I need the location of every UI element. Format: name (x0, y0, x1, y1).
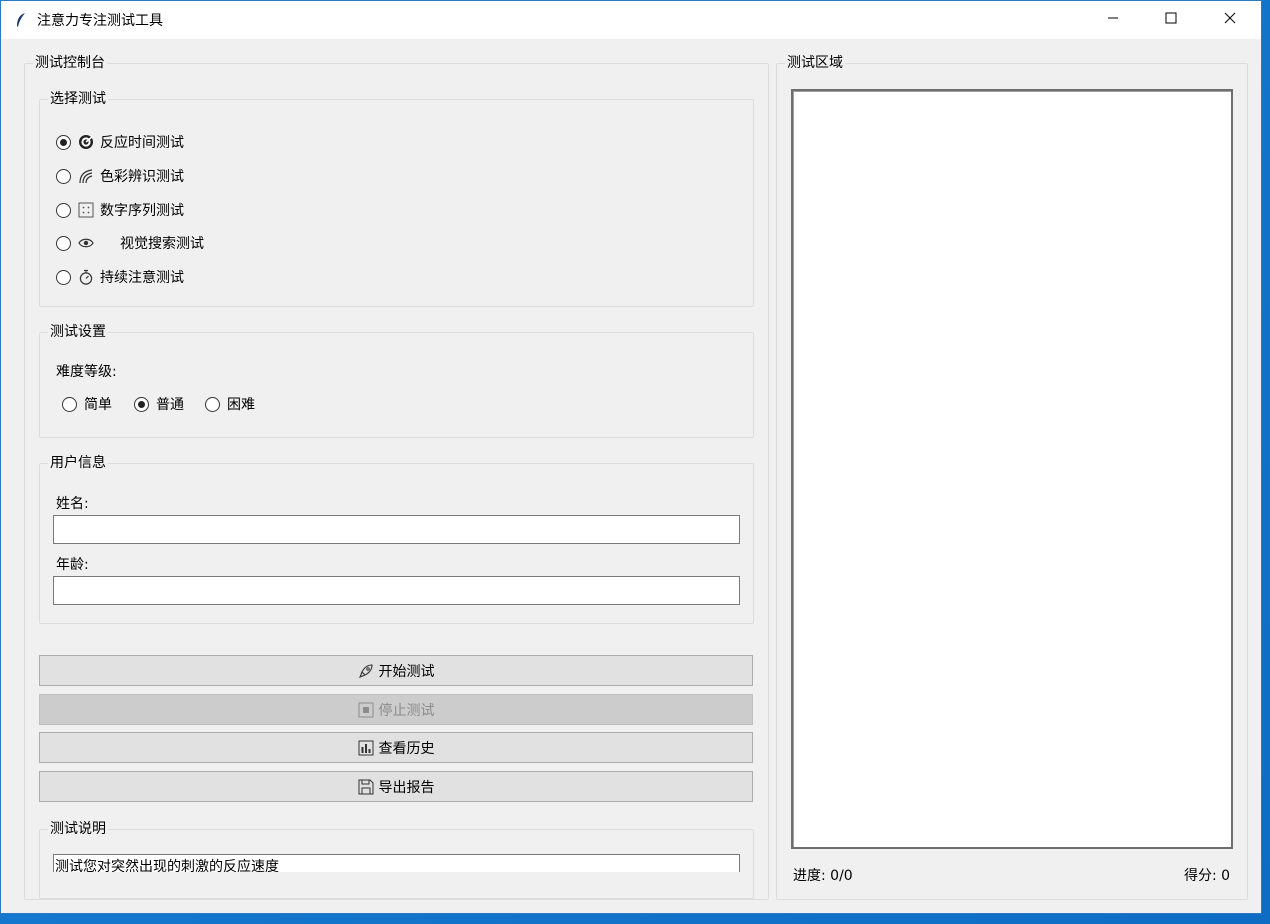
target-icon (78, 134, 94, 150)
bar-chart-icon (358, 740, 374, 756)
settings-title: 测试设置 (48, 323, 108, 341)
floppy-disk-icon (358, 779, 374, 795)
radio-button[interactable] (56, 134, 71, 150)
test-option-label: 色彩辨识测试 (100, 169, 184, 185)
difficulty-label: 难度等级: (56, 364, 117, 380)
minimize-button[interactable] (1084, 1, 1142, 39)
minimize-icon (1107, 12, 1119, 28)
view-history-label: 查看历史 (378, 740, 435, 757)
maximize-icon (1165, 12, 1177, 28)
start-test-button[interactable]: 开始测试 (39, 655, 753, 686)
description-text[interactable]: 测试您对突然出现的刺激的反应速度 (53, 854, 740, 872)
app-window: 注意力专注测试工具 测试控制台 选择测试 反应时间测试 色彩辨识测试 数字序列测… (0, 0, 1262, 914)
difficulty-easy[interactable]: 简单 (62, 394, 112, 414)
stopwatch-icon (78, 269, 94, 285)
name-label: 姓名: (56, 496, 89, 512)
age-input[interactable] (53, 576, 740, 605)
radio-button[interactable] (62, 396, 77, 412)
number-grid-icon (78, 202, 94, 218)
test-option-label: 持续注意测试 (100, 270, 184, 286)
test-option-label: 数字序列测试 (100, 203, 184, 219)
control-panel-title: 测试控制台 (33, 54, 107, 72)
difficulty-hard[interactable]: 困难 (205, 394, 255, 414)
maximize-button[interactable] (1142, 1, 1200, 39)
radio-button[interactable] (56, 269, 71, 285)
description-title: 测试说明 (48, 820, 108, 838)
export-report-button[interactable]: 导出报告 (39, 771, 753, 802)
rainbow-icon (78, 168, 94, 184)
rocket-icon (358, 663, 374, 679)
test-option-label: 视觉搜索测试 (120, 236, 204, 252)
test-option-label: 反应时间测试 (100, 135, 184, 151)
eye-icon (78, 235, 94, 251)
settings-group: 测试设置 (39, 323, 754, 438)
difficulty-option-label: 简单 (84, 397, 112, 413)
stop-icon (358, 702, 374, 718)
view-history-button[interactable]: 查看历史 (39, 732, 753, 763)
radio-button[interactable] (205, 396, 220, 412)
difficulty-option-label: 困难 (227, 397, 255, 413)
radio-button[interactable] (56, 202, 71, 218)
test-select-title: 选择测试 (48, 90, 108, 108)
radio-button[interactable] (56, 235, 71, 251)
close-button[interactable] (1201, 1, 1259, 39)
title-bar[interactable]: 注意力专注测试工具 (1, 1, 1261, 39)
difficulty-option-label: 普通 (156, 397, 184, 413)
test-option-color[interactable]: 色彩辨识测试 (56, 166, 184, 186)
test-option-number[interactable]: 数字序列测试 (56, 200, 184, 220)
user-info-title: 用户信息 (48, 454, 108, 472)
close-icon (1224, 12, 1236, 28)
test-option-sustained[interactable]: 持续注意测试 (56, 267, 184, 287)
stop-test-label: 停止测试 (378, 702, 435, 719)
test-option-visual-search[interactable]: 视觉搜索测试 (56, 233, 204, 253)
radio-button[interactable] (134, 396, 149, 412)
score-text: 得分: 0 (1184, 868, 1231, 884)
radio-button[interactable] (56, 168, 71, 184)
test-area-title: 测试区域 (785, 54, 845, 72)
start-test-label: 开始测试 (378, 663, 435, 680)
age-label: 年龄: (56, 557, 89, 573)
feather-icon (13, 12, 29, 28)
test-option-reaction[interactable]: 反应时间测试 (56, 132, 184, 152)
stop-test-button[interactable]: 停止测试 (39, 694, 753, 725)
difficulty-normal[interactable]: 普通 (134, 394, 184, 414)
test-canvas[interactable] (791, 89, 1233, 849)
name-input[interactable] (53, 515, 740, 544)
progress-text: 进度: 0/0 (793, 868, 853, 884)
export-report-label: 导出报告 (378, 779, 435, 796)
window-title: 注意力专注测试工具 (37, 13, 163, 29)
